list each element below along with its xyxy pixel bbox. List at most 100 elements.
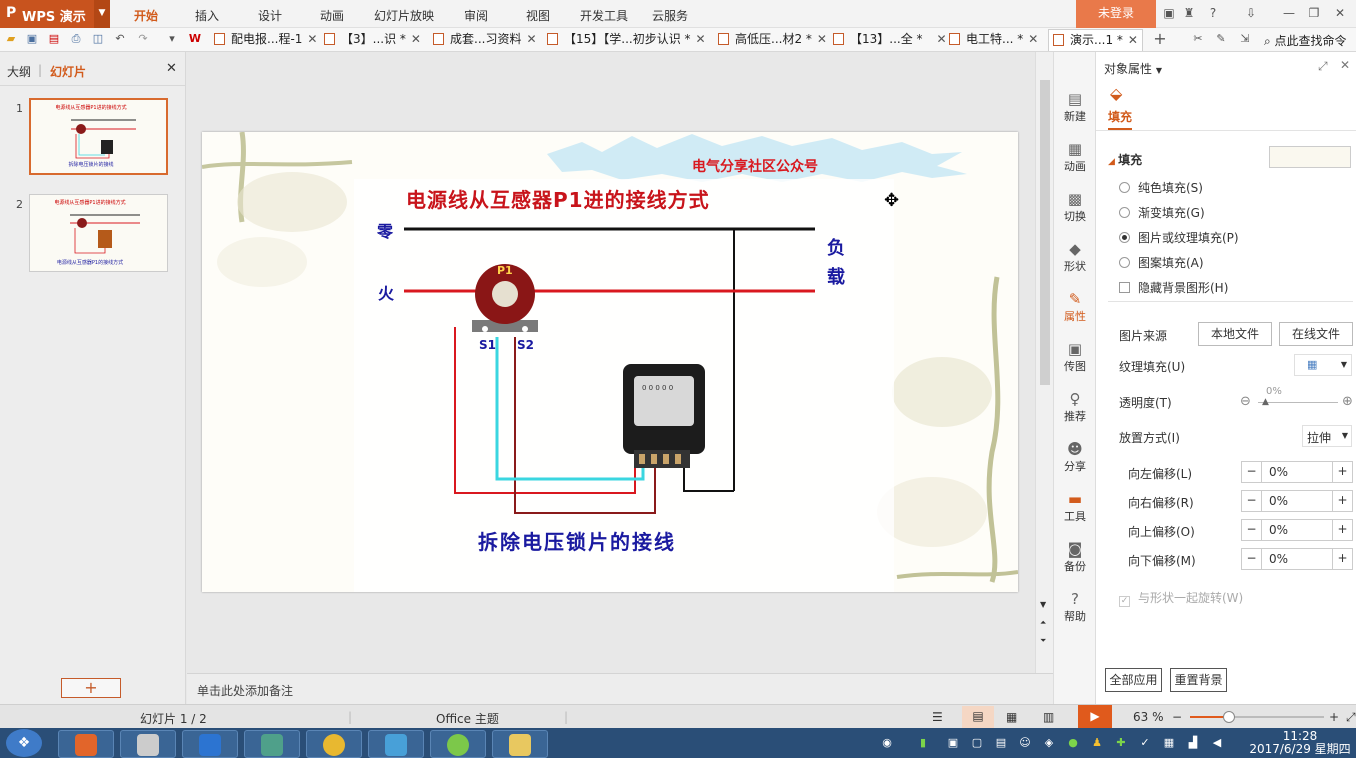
- offset-down-stepper[interactable]: −0% +: [1241, 548, 1353, 570]
- redo-icon[interactable]: ↷: [136, 32, 150, 46]
- doc-tab[interactable]: 【3】...识 * ✕: [324, 29, 421, 51]
- download-icon[interactable]: ⇩: [1244, 6, 1258, 20]
- sidebar-item-image[interactable]: ▣ 传图: [1054, 340, 1096, 374]
- brush-icon[interactable]: ✂: [1191, 32, 1205, 46]
- sidebar-item-recommend[interactable]: ♀ 推荐: [1054, 390, 1096, 424]
- menu-review[interactable]: 审阅: [464, 7, 488, 24]
- taskbar-app[interactable]: [244, 730, 300, 758]
- offset-left-stepper[interactable]: −0% +: [1241, 461, 1353, 483]
- menu-developer[interactable]: 开发工具: [580, 7, 628, 24]
- sidebar-item-tools[interactable]: ▬ 工具: [1054, 490, 1096, 524]
- app-menu-button[interactable]: P WPS 演示 ▼: [0, 0, 110, 28]
- plus-icon[interactable]: +: [1332, 462, 1352, 482]
- tab-slides[interactable]: 幻灯片: [50, 63, 86, 80]
- command-search[interactable]: ⌕ 点此查找命令: [1264, 32, 1347, 49]
- panel-title[interactable]: 对象属性 ▼: [1104, 60, 1162, 77]
- undock-icon[interactable]: ⤢: [1318, 59, 1328, 74]
- close-icon[interactable]: ✕: [1340, 58, 1350, 72]
- radio-solid-fill[interactable]: 纯色填充(S): [1119, 179, 1203, 196]
- tray-icon[interactable]: ◈: [1042, 736, 1056, 750]
- zoom-in-icon[interactable]: +: [1329, 710, 1339, 724]
- sidebar-item-share[interactable]: ☻ 分享: [1054, 440, 1096, 474]
- close-tab-icon[interactable]: ✕: [1028, 32, 1038, 46]
- minus-icon[interactable]: ⊖: [1240, 394, 1251, 409]
- minus-icon[interactable]: −: [1242, 491, 1262, 511]
- reading-view-icon[interactable]: ▥: [1043, 710, 1054, 724]
- login-button[interactable]: 未登录: [1076, 0, 1156, 28]
- tab-outline[interactable]: 大纲: [7, 63, 31, 80]
- plus-icon[interactable]: +: [1332, 549, 1352, 569]
- fit-window-icon[interactable]: ⤢: [1346, 710, 1356, 725]
- close-tab-icon[interactable]: ✕: [526, 32, 536, 46]
- menu-animation[interactable]: 动画: [320, 7, 344, 24]
- taskbar-wechat[interactable]: [430, 730, 486, 758]
- reset-background-button[interactable]: 重置背景: [1170, 668, 1227, 692]
- plus-icon[interactable]: ⊕: [1342, 394, 1353, 409]
- close-tab-icon[interactable]: ✕: [696, 32, 706, 46]
- slider-handle[interactable]: ▲: [1262, 397, 1269, 407]
- menu-design[interactable]: 设计: [258, 7, 282, 24]
- undo-icon[interactable]: ↶: [113, 32, 127, 46]
- taskbar-wps-presentation[interactable]: [58, 730, 114, 758]
- checkbox-hide-bg[interactable]: 隐藏背景图形(H): [1119, 279, 1228, 296]
- taskbar-app[interactable]: [368, 730, 424, 758]
- close-tab-icon[interactable]: ✕: [1128, 33, 1138, 47]
- format-icon[interactable]: ⇲: [1238, 32, 1252, 46]
- maximize-icon[interactable]: ❐: [1307, 6, 1321, 20]
- open-icon[interactable]: ▰: [4, 32, 18, 46]
- section-fill[interactable]: ◢ 填充: [1108, 151, 1142, 168]
- new-tab-icon[interactable]: +: [1153, 31, 1167, 47]
- minus-icon[interactable]: −: [1242, 462, 1262, 482]
- sidebar-item-new[interactable]: ▤ 新建: [1054, 90, 1096, 124]
- transparency-slider[interactable]: ⊖ 0% ▲ ⊕: [1240, 386, 1354, 412]
- sidebar-item-help[interactable]: ? 帮助: [1054, 590, 1096, 624]
- save-icon[interactable]: ▣: [25, 32, 39, 46]
- close-tab-icon[interactable]: ✕: [307, 32, 317, 46]
- add-slide-button[interactable]: +: [61, 678, 121, 698]
- slide-thumbnail[interactable]: 电源线从互感器P1进的接线方式 电源线从互感器P1的接线方式: [29, 194, 168, 272]
- doc-tab[interactable]: 【15】【学...初步认识 * ✕: [547, 29, 706, 51]
- play-slideshow-icon[interactable]: ▶: [1078, 705, 1112, 729]
- start-button[interactable]: ❖: [6, 729, 42, 757]
- sidebar-item-shape[interactable]: ◆ 形状: [1054, 240, 1096, 274]
- close-tab-icon[interactable]: ✕: [411, 32, 421, 46]
- zoom-out-icon[interactable]: −: [1172, 710, 1182, 724]
- minus-icon[interactable]: −: [1242, 520, 1262, 540]
- tray-icon[interactable]: ☺: [1018, 736, 1032, 750]
- more-chevron-icon[interactable]: ▾: [165, 32, 179, 46]
- pdf-icon[interactable]: ▤: [47, 32, 61, 46]
- minimize-icon[interactable]: —: [1282, 6, 1296, 20]
- tray-icon[interactable]: ✚: [1114, 736, 1128, 750]
- placement-dropdown[interactable]: 拉伸 ▼: [1302, 425, 1352, 447]
- sidebar-item-backup[interactable]: ◙ 备份: [1054, 540, 1096, 574]
- menu-view[interactable]: 视图: [526, 7, 550, 24]
- sorter-view-icon[interactable]: ▦: [1006, 710, 1017, 724]
- doc-tab[interactable]: 高低压...材2 * ✕: [718, 29, 827, 51]
- tray-icon[interactable]: ✓: [1138, 736, 1152, 750]
- radio-pattern-fill[interactable]: 图案填充(A): [1119, 254, 1204, 271]
- qq-icon[interactable]: ♟: [1090, 736, 1104, 750]
- skin-icon[interactable]: ▣: [1162, 6, 1176, 20]
- close-tab-icon[interactable]: ✕: [937, 32, 947, 46]
- taskbar-app[interactable]: [306, 730, 362, 758]
- notes-area[interactable]: 单击此处添加备注: [187, 673, 1053, 704]
- tray-icon[interactable]: ◉: [880, 736, 894, 750]
- tray-icon[interactable]: ▦: [1162, 736, 1176, 750]
- zoom-slider-handle[interactable]: [1223, 711, 1235, 723]
- help-icon[interactable]: ?: [1206, 6, 1220, 20]
- print-icon[interactable]: ⎙: [69, 32, 83, 46]
- radio-picture-fill[interactable]: 图片或纹理填充(P): [1119, 229, 1239, 246]
- zoom-slider[interactable]: [1190, 711, 1324, 723]
- normal-view-icon[interactable]: ▤: [962, 706, 994, 728]
- fill-preview[interactable]: [1269, 146, 1351, 168]
- close-tab-icon[interactable]: ✕: [817, 32, 827, 46]
- taskbar-explorer[interactable]: [492, 730, 548, 758]
- offset-up-stepper[interactable]: −0% +: [1241, 519, 1353, 541]
- texture-dropdown[interactable]: ▦ ▼: [1294, 354, 1352, 376]
- doc-tab[interactable]: 【13】...全 * ✕: [833, 29, 947, 51]
- tab-fill[interactable]: 填充: [1108, 108, 1133, 130]
- menu-cloud[interactable]: 云服务: [652, 7, 688, 24]
- doc-tab[interactable]: 配电报...程-1 ✕: [214, 29, 317, 51]
- close-icon[interactable]: ✕: [1333, 6, 1347, 20]
- next-slide-icon[interactable]: ⏷: [1040, 636, 1046, 646]
